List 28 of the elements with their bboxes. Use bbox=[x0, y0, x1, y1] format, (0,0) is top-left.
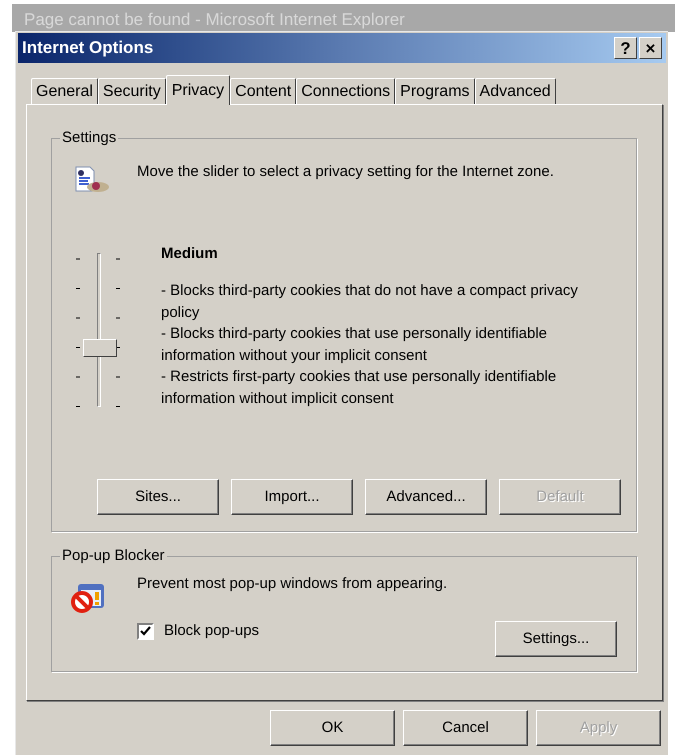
tab[interactable]: Privacy bbox=[166, 75, 230, 105]
dialog-button[interactable]: Advanced... bbox=[365, 479, 487, 515]
dialog-button[interactable]: Cancel bbox=[403, 710, 528, 746]
description-text: - Restricts first-party cookies that use personally identifiable information without implicit consent bbox=[161, 367, 558, 408]
dialog-button[interactable]: OK bbox=[270, 710, 395, 746]
checkbox-label: Block pop-ups bbox=[164, 621, 260, 641]
tab[interactable]: General bbox=[31, 78, 98, 104]
dialog-button[interactable]: Settings... bbox=[495, 621, 617, 657]
blocked-window-icon bbox=[70, 582, 106, 614]
tab[interactable]: Programs bbox=[395, 78, 475, 104]
intro-text: Move the slider to select a privacy setting for the Internet zone. bbox=[137, 162, 554, 182]
close-button[interactable]: × bbox=[639, 37, 662, 59]
slider-thumb[interactable] bbox=[83, 338, 117, 356]
checkbox[interactable] bbox=[137, 622, 154, 640]
tab[interactable]: Security bbox=[98, 78, 166, 104]
description-text: - Blocks third-party cookies that use personally identifiable information without your implicit consent bbox=[161, 324, 548, 366]
dialog-button[interactable]: Import... bbox=[231, 479, 353, 515]
tab[interactable]: Connections bbox=[296, 78, 396, 104]
tab[interactable]: Content bbox=[230, 78, 296, 104]
group-legend: Settings bbox=[60, 129, 118, 147]
group-legend: Pop-up Blocker bbox=[60, 547, 167, 565]
tab[interactable]: Advanced bbox=[474, 78, 556, 104]
window-title: Internet Options bbox=[22, 37, 154, 60]
intro-text: Prevent most pop-up windows from appearing. bbox=[137, 574, 448, 594]
description-text: - Blocks third-party cookies that do not have a compact privacy policy bbox=[161, 281, 579, 322]
help-button[interactable]: ? bbox=[614, 37, 637, 59]
privacy-level-name: Medium bbox=[161, 244, 218, 264]
dialog-button[interactable]: Sites... bbox=[97, 479, 219, 515]
